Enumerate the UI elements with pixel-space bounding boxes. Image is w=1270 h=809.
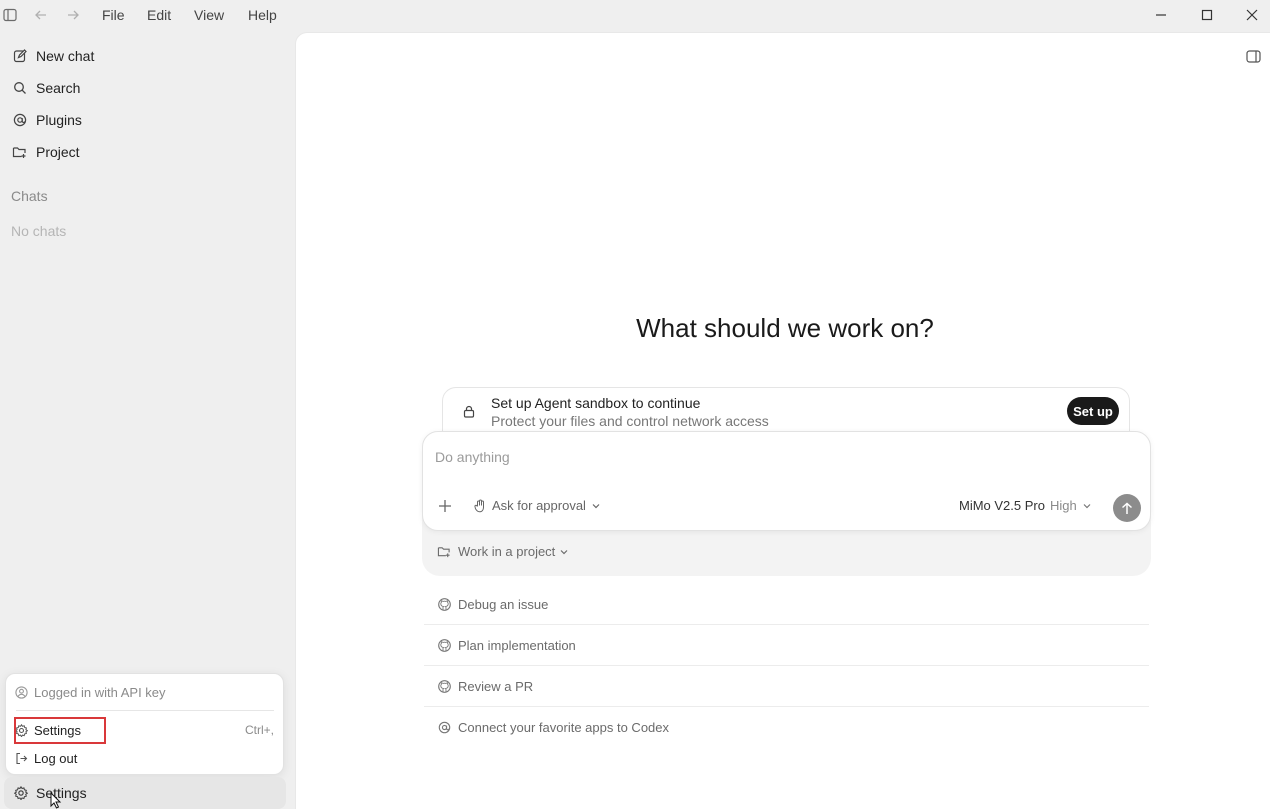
title-bar: File Edit View Help	[0, 0, 1270, 30]
settings-highlight-box	[14, 717, 106, 744]
model-selector[interactable]: MiMo V2.5 Pro High	[959, 498, 1092, 513]
main-panel: What should we work on? Set up Agent san…	[295, 32, 1270, 809]
user-circle-icon	[14, 685, 28, 699]
suggestion-label: Plan implementation	[458, 637, 576, 653]
sidebar-item-plugins[interactable]: Plugins	[4, 105, 286, 135]
settings-shortcut: Ctrl+,	[244, 723, 274, 737]
sidebar-settings-button[interactable]: Settings	[4, 777, 286, 809]
menu-file[interactable]: File	[102, 0, 125, 30]
sandbox-title: Set up Agent sandbox to continue	[491, 395, 701, 411]
sidebar-item-new-chat[interactable]: New chat	[4, 41, 286, 71]
sidebar-item-label: Project	[36, 144, 80, 160]
sidebar-item-label: Search	[36, 80, 81, 96]
approval-label: Ask for approval	[492, 498, 586, 513]
chevron-down-icon	[591, 501, 601, 511]
chevron-down-icon	[559, 547, 569, 557]
chats-empty-label: No chats	[11, 223, 67, 239]
sandbox-subtitle: Protect your files and control network a…	[491, 413, 769, 429]
prompt-input[interactable]: Do anything	[435, 449, 510, 465]
menu-item-label: Log out	[34, 750, 78, 766]
sidebar-item-label: New chat	[36, 48, 95, 64]
approval-dropdown[interactable]: Ask for approval	[473, 498, 601, 513]
account-status: Logged in with API key	[14, 680, 276, 704]
model-label: MiMo V2.5 Pro	[959, 498, 1045, 513]
work-in-project-dropdown[interactable]: Work in a project	[437, 544, 569, 559]
add-attachment-icon[interactable]	[437, 498, 453, 514]
maximize-button[interactable]	[1184, 0, 1230, 30]
at-icon	[437, 721, 451, 735]
logout-icon	[14, 751, 28, 765]
suggestion-label: Review a PR	[458, 678, 534, 694]
github-icon	[437, 638, 451, 652]
gear-icon	[13, 786, 28, 801]
suggestion-debug[interactable]: Debug an issue	[424, 584, 1149, 625]
forward-arrow-icon[interactable]	[64, 6, 82, 24]
lock-icon	[462, 404, 476, 418]
menu-divider	[16, 710, 274, 711]
hand-icon	[473, 499, 487, 513]
suggestion-connect-apps[interactable]: Connect your favorite apps to Codex	[424, 707, 1149, 748]
minimize-button[interactable]	[1138, 0, 1184, 30]
close-button[interactable]	[1229, 0, 1270, 30]
github-icon	[437, 679, 451, 693]
project-label: Work in a project	[458, 544, 556, 559]
back-arrow-icon[interactable]	[32, 6, 50, 24]
folder-plus-icon	[437, 545, 451, 559]
suggestion-label: Connect your favorite apps to Codex	[458, 720, 670, 735]
chevron-down-icon	[1082, 501, 1092, 511]
menu-view[interactable]: View	[194, 0, 224, 30]
chats-heading: Chats	[11, 188, 48, 204]
menu-edit[interactable]: Edit	[147, 0, 171, 30]
composer: Do anything Ask for approval MiMo V2.5 P…	[422, 431, 1151, 531]
mouse-cursor-icon	[50, 792, 62, 809]
folder-plus-icon	[12, 145, 27, 160]
sidebar-item-search[interactable]: Search	[4, 73, 286, 103]
search-icon	[12, 81, 27, 96]
suggestion-plan[interactable]: Plan implementation	[424, 625, 1149, 666]
sidebar-toggle-icon[interactable]	[1, 6, 19, 24]
sidebar-item-project[interactable]: Project	[4, 137, 286, 167]
account-menu: Logged in with API key Settings Ctrl+, L…	[5, 673, 284, 775]
effort-label: High	[1049, 498, 1077, 513]
sidebar-item-label: Plugins	[36, 112, 82, 128]
edit-icon	[12, 49, 27, 64]
at-icon	[12, 113, 27, 128]
suggestion-review[interactable]: Review a PR	[424, 666, 1149, 707]
setup-button[interactable]: Set up	[1067, 397, 1119, 425]
page-title: What should we work on?	[636, 313, 934, 343]
github-icon	[437, 597, 451, 611]
menu-item-logout[interactable]: Log out	[14, 746, 276, 770]
suggestion-label: Debug an issue	[458, 596, 549, 612]
send-button[interactable]	[1113, 494, 1141, 522]
menu-help[interactable]: Help	[248, 0, 277, 30]
arrow-up-icon	[1122, 501, 1132, 514]
account-status-label: Logged in with API key	[34, 684, 166, 700]
panel-toggle-icon[interactable]	[1244, 47, 1262, 65]
